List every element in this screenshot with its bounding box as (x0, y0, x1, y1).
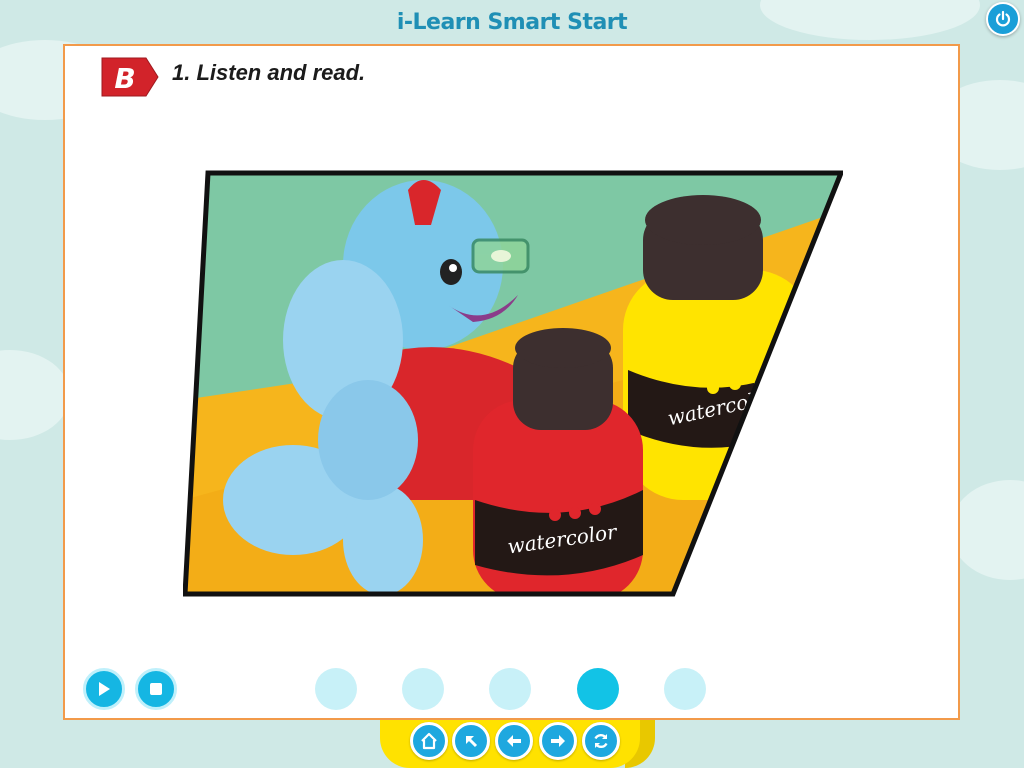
instruction-text: 1. Listen and read. (172, 60, 366, 85)
section-badge-letter: B (114, 62, 135, 95)
arrow-right-icon (551, 735, 565, 747)
power-icon (995, 10, 1011, 27)
page-dot-3[interactable] (489, 668, 531, 710)
power-button[interactable] (986, 2, 1020, 36)
background-cloud (950, 480, 1024, 580)
arrow-left-icon (507, 735, 521, 747)
play-icon (99, 682, 110, 696)
stop-button[interactable] (135, 668, 177, 710)
lesson-panel: B 1. Listen and read. watercolor waterco… (63, 44, 960, 720)
page-dot-5[interactable] (664, 668, 706, 710)
bottom-nav-shadow (625, 720, 655, 768)
refresh-icon (594, 733, 608, 749)
lesson-illustration: watercolor watercolor (183, 170, 843, 597)
previous-button[interactable] (495, 722, 533, 760)
arrow-up-left-icon (466, 736, 478, 748)
page-dot-4-active[interactable] (577, 668, 619, 710)
app-title: i-Learn Smart Start (396, 10, 628, 35)
home-icon (421, 732, 437, 750)
page-dot-1[interactable] (315, 668, 357, 710)
refresh-button[interactable] (582, 722, 620, 760)
home-button[interactable] (410, 722, 448, 760)
background-cloud (0, 350, 70, 440)
page-dot-2[interactable] (402, 668, 444, 710)
stop-icon (150, 683, 162, 695)
next-button[interactable] (539, 722, 577, 760)
play-button[interactable] (83, 668, 125, 710)
section-badge: B (101, 57, 159, 97)
back-to-menu-button[interactable] (452, 722, 490, 760)
